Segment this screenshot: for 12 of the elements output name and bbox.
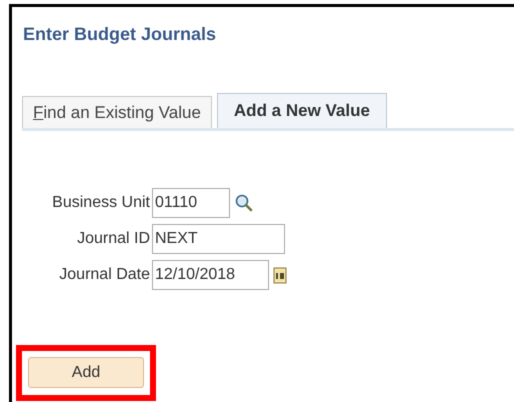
input-field[interactable]: 12/10/2018 bbox=[152, 260, 269, 290]
calendar-icon[interactable] bbox=[273, 266, 287, 284]
page-title: Enter Budget Journals bbox=[23, 23, 218, 46]
field-label: Business Unit bbox=[51, 193, 151, 213]
tab[interactable]: Find an Existing Value bbox=[22, 96, 212, 128]
input-field[interactable]: NEXT bbox=[152, 224, 285, 254]
search-icon[interactable] bbox=[234, 193, 254, 213]
input-field[interactable]: 01110 bbox=[152, 188, 230, 218]
add-button[interactable]: Add bbox=[28, 357, 144, 388]
tab[interactable]: Add a New Value bbox=[216, 93, 387, 128]
field-label: Journal Date bbox=[58, 265, 151, 285]
field-label: Journal ID bbox=[76, 229, 151, 249]
